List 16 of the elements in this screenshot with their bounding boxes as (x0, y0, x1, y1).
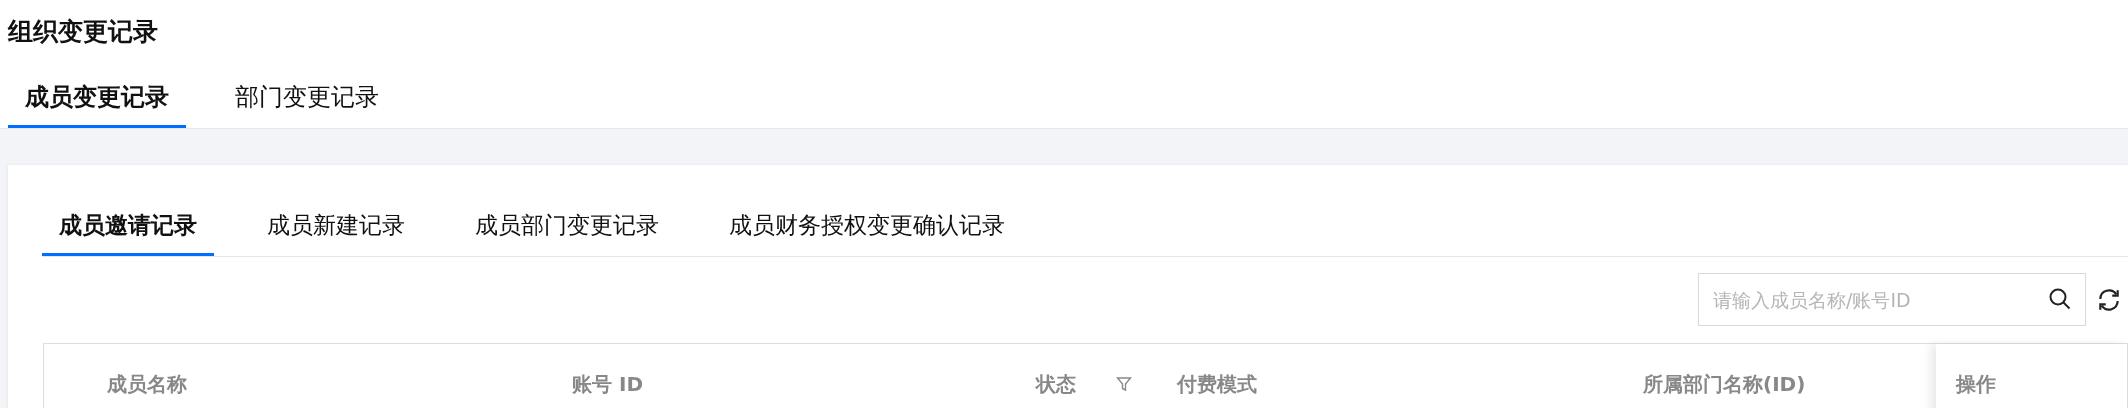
sub-tab[interactable]: 成员新建记录 (250, 210, 422, 256)
search-icon[interactable] (2048, 287, 2072, 311)
column-header: 账号 ID (572, 370, 643, 398)
column-header: 付费模式 (1177, 370, 1257, 398)
search-field[interactable]: 请输入成员名称/账号ID (1698, 273, 2086, 326)
column-header: 所属部门名称(ID) (1643, 370, 1806, 398)
sub-tab[interactable]: 成员部门变更记录 (458, 210, 676, 256)
page-title: 组织变更记录 (8, 16, 159, 48)
column-header: 操作 (1956, 370, 1996, 398)
sub-tab[interactable]: 成员邀请记录 (42, 210, 214, 256)
column-header: 成员名称 (107, 370, 187, 398)
sub-tab[interactable]: 成员财务授权变更确认记录 (712, 210, 1022, 256)
filter-icon[interactable] (1116, 376, 1132, 392)
column-header: 状态 (1036, 370, 1076, 398)
refresh-icon[interactable] (2096, 286, 2122, 313)
tab[interactable]: 部门变更记录 (218, 81, 396, 128)
